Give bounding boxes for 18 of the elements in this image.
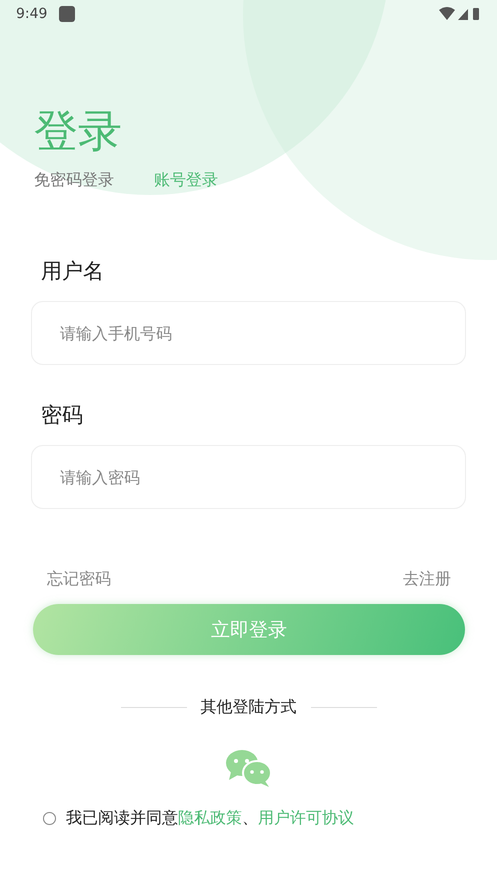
status-time: 9:49	[16, 6, 48, 22]
field-label: 用户名	[41, 258, 104, 285]
agreement-link[interactable]: 用户许可协议	[258, 808, 354, 827]
status-icons	[439, 6, 481, 22]
login-tab[interactable]: 免密码登录	[34, 170, 114, 191]
agreement-text: 我已阅读并同意隐私政策、用户许可协议	[66, 808, 354, 829]
agreement-radio[interactable]	[43, 812, 56, 825]
page-title: 登录	[34, 105, 122, 159]
input-field[interactable]: 请输入手机号码	[31, 301, 466, 365]
agreement-link[interactable]: 隐私政策	[178, 808, 242, 827]
login-button[interactable]: 立即登录	[33, 604, 465, 655]
notification-icon	[59, 6, 76, 22]
forgot-password-link[interactable]: 忘记密码	[47, 569, 111, 590]
register-link[interactable]: 去注册	[403, 569, 451, 590]
other-methods-label: 其他登陆方式	[200, 697, 296, 718]
input-field[interactable]: 请输入密码	[31, 445, 466, 509]
login-tab[interactable]: 账号登录	[154, 170, 218, 191]
field-label: 密码	[41, 402, 83, 429]
